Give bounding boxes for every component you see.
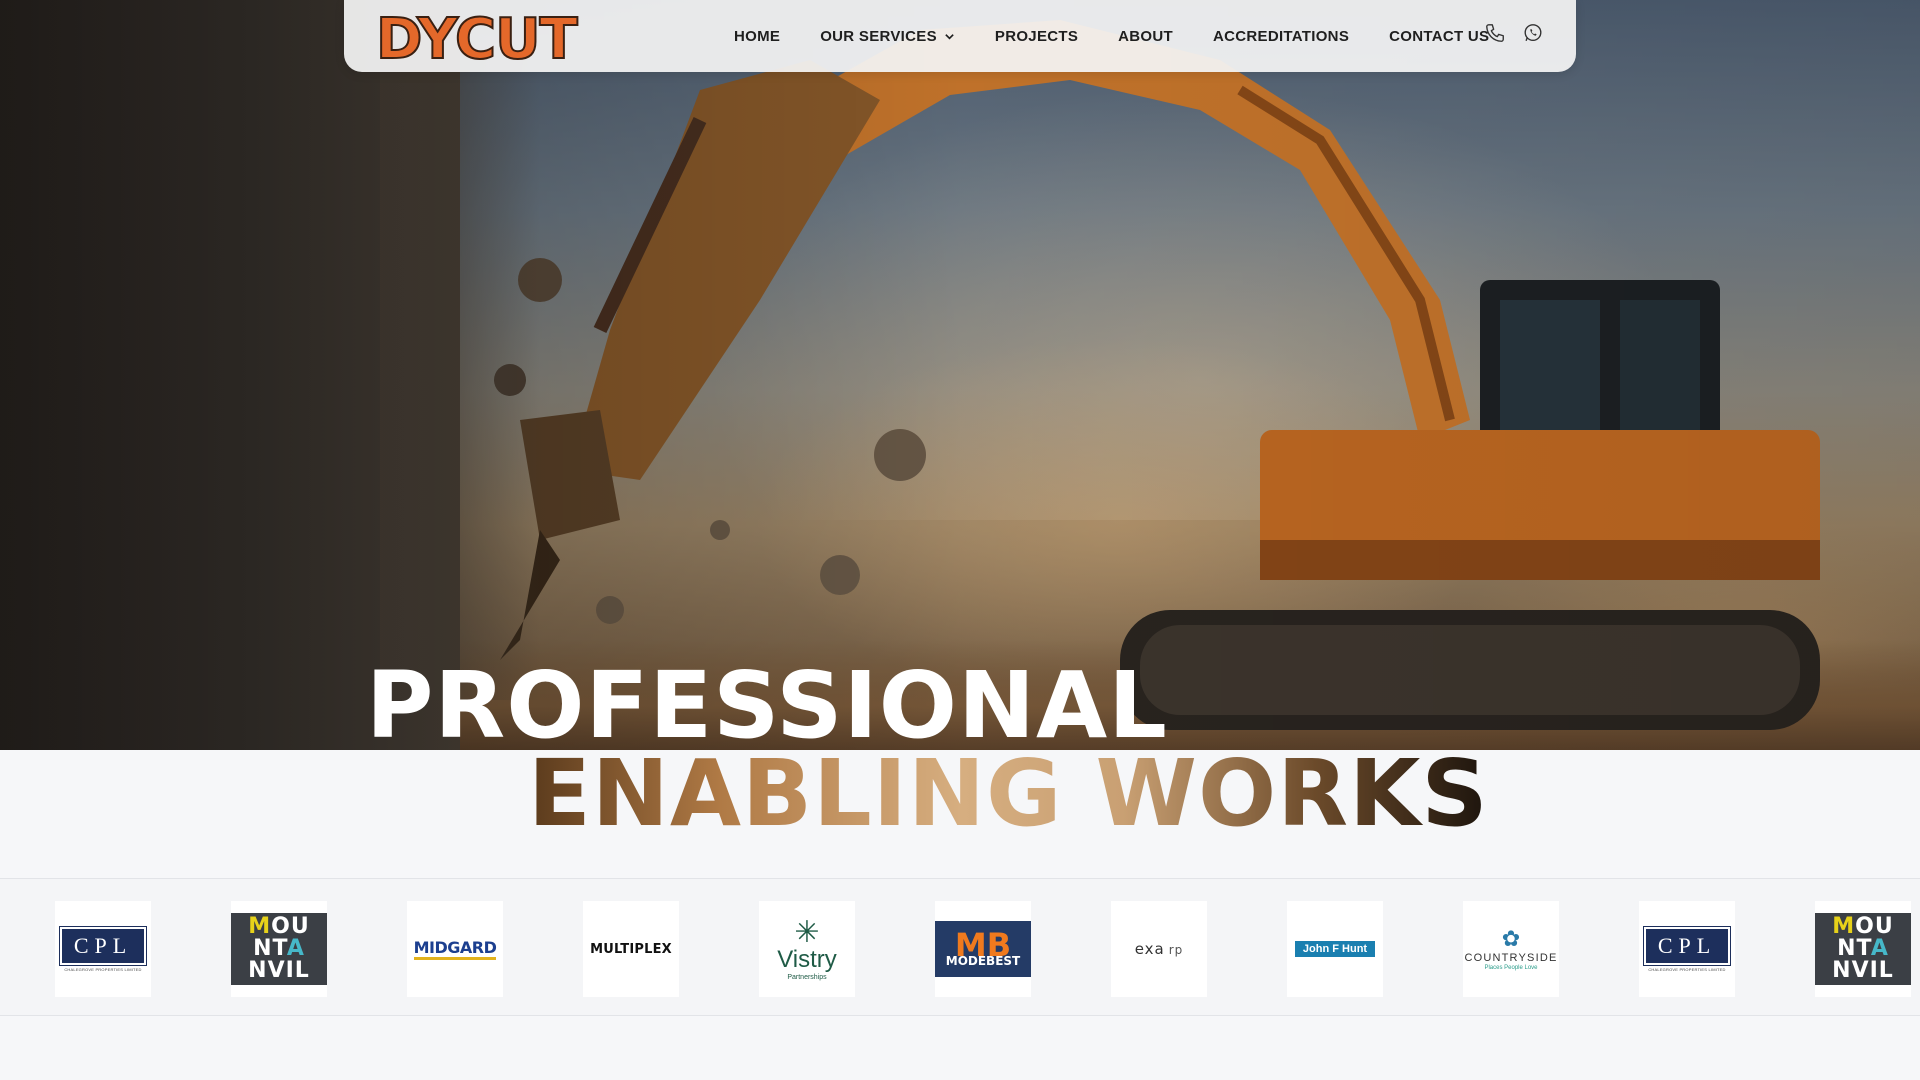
nav-home[interactable]: HOME	[734, 28, 780, 45]
client-logo-mountanvil-repeat: MOU NTA NVIL	[1815, 901, 1911, 997]
client-logo-exa: exa rp	[1111, 901, 1207, 997]
client-logo-mountanvil: MOU NTA NVIL	[231, 901, 327, 997]
client-logo-john-f-hunt: John F Hunt	[1287, 901, 1383, 997]
hero-headline-line1: PROFESSIONAL	[366, 652, 1168, 759]
hero-headline-line2: ENABLING WORKS	[528, 740, 1489, 847]
nav-contact-us[interactable]: CONTACT US	[1389, 28, 1489, 45]
client-logo-multiplex: MULTIPLEX	[583, 901, 679, 997]
nav-our-services[interactable]: OUR SERVICES	[820, 28, 955, 45]
nav-about[interactable]: ABOUT	[1118, 28, 1173, 45]
nav-projects[interactable]: PROJECTS	[995, 28, 1078, 45]
client-logo-vistry: ✳ Vistry Partnerships	[759, 901, 855, 997]
client-logos-strip: CPL CHALEGROVE PROPERTIES LIMITED MOU NT…	[0, 878, 1920, 1016]
nav-accreditations[interactable]: ACCREDITATIONS	[1213, 28, 1349, 45]
client-logo-countryside: ✿ COUNTRYSIDE Places People Love	[1463, 901, 1559, 997]
vistry-star-icon: ✳	[794, 915, 820, 949]
hero-banner	[0, 0, 1920, 750]
nav-links: HOME OUR SERVICES PROJECTS ABOUT ACCREDI…	[734, 0, 1489, 72]
whatsapp-icon[interactable]	[1522, 22, 1544, 44]
client-logo-cpl-repeat: CPL CHALEGROVE PROPERTIES LIMITED	[1639, 901, 1735, 997]
nav-contact-icons	[1484, 22, 1544, 44]
chevron-down-icon	[945, 33, 954, 40]
phone-icon[interactable]	[1484, 22, 1506, 44]
svg-text:DYCUT: DYCUT	[376, 7, 578, 66]
dycut-logo[interactable]: DYCUT	[374, 6, 594, 66]
client-logo-cpl: CPL CHALEGROVE PROPERTIES LIMITED	[55, 901, 151, 997]
top-navbar: DYCUT HOME OUR SERVICES PROJECTS ABOUT A…	[344, 0, 1576, 72]
client-logo-midgard: MIDGARD	[407, 901, 503, 997]
countryside-flower-icon: ✿	[1501, 925, 1521, 951]
client-logo-modebest: MB MODEBEST	[935, 901, 1031, 997]
